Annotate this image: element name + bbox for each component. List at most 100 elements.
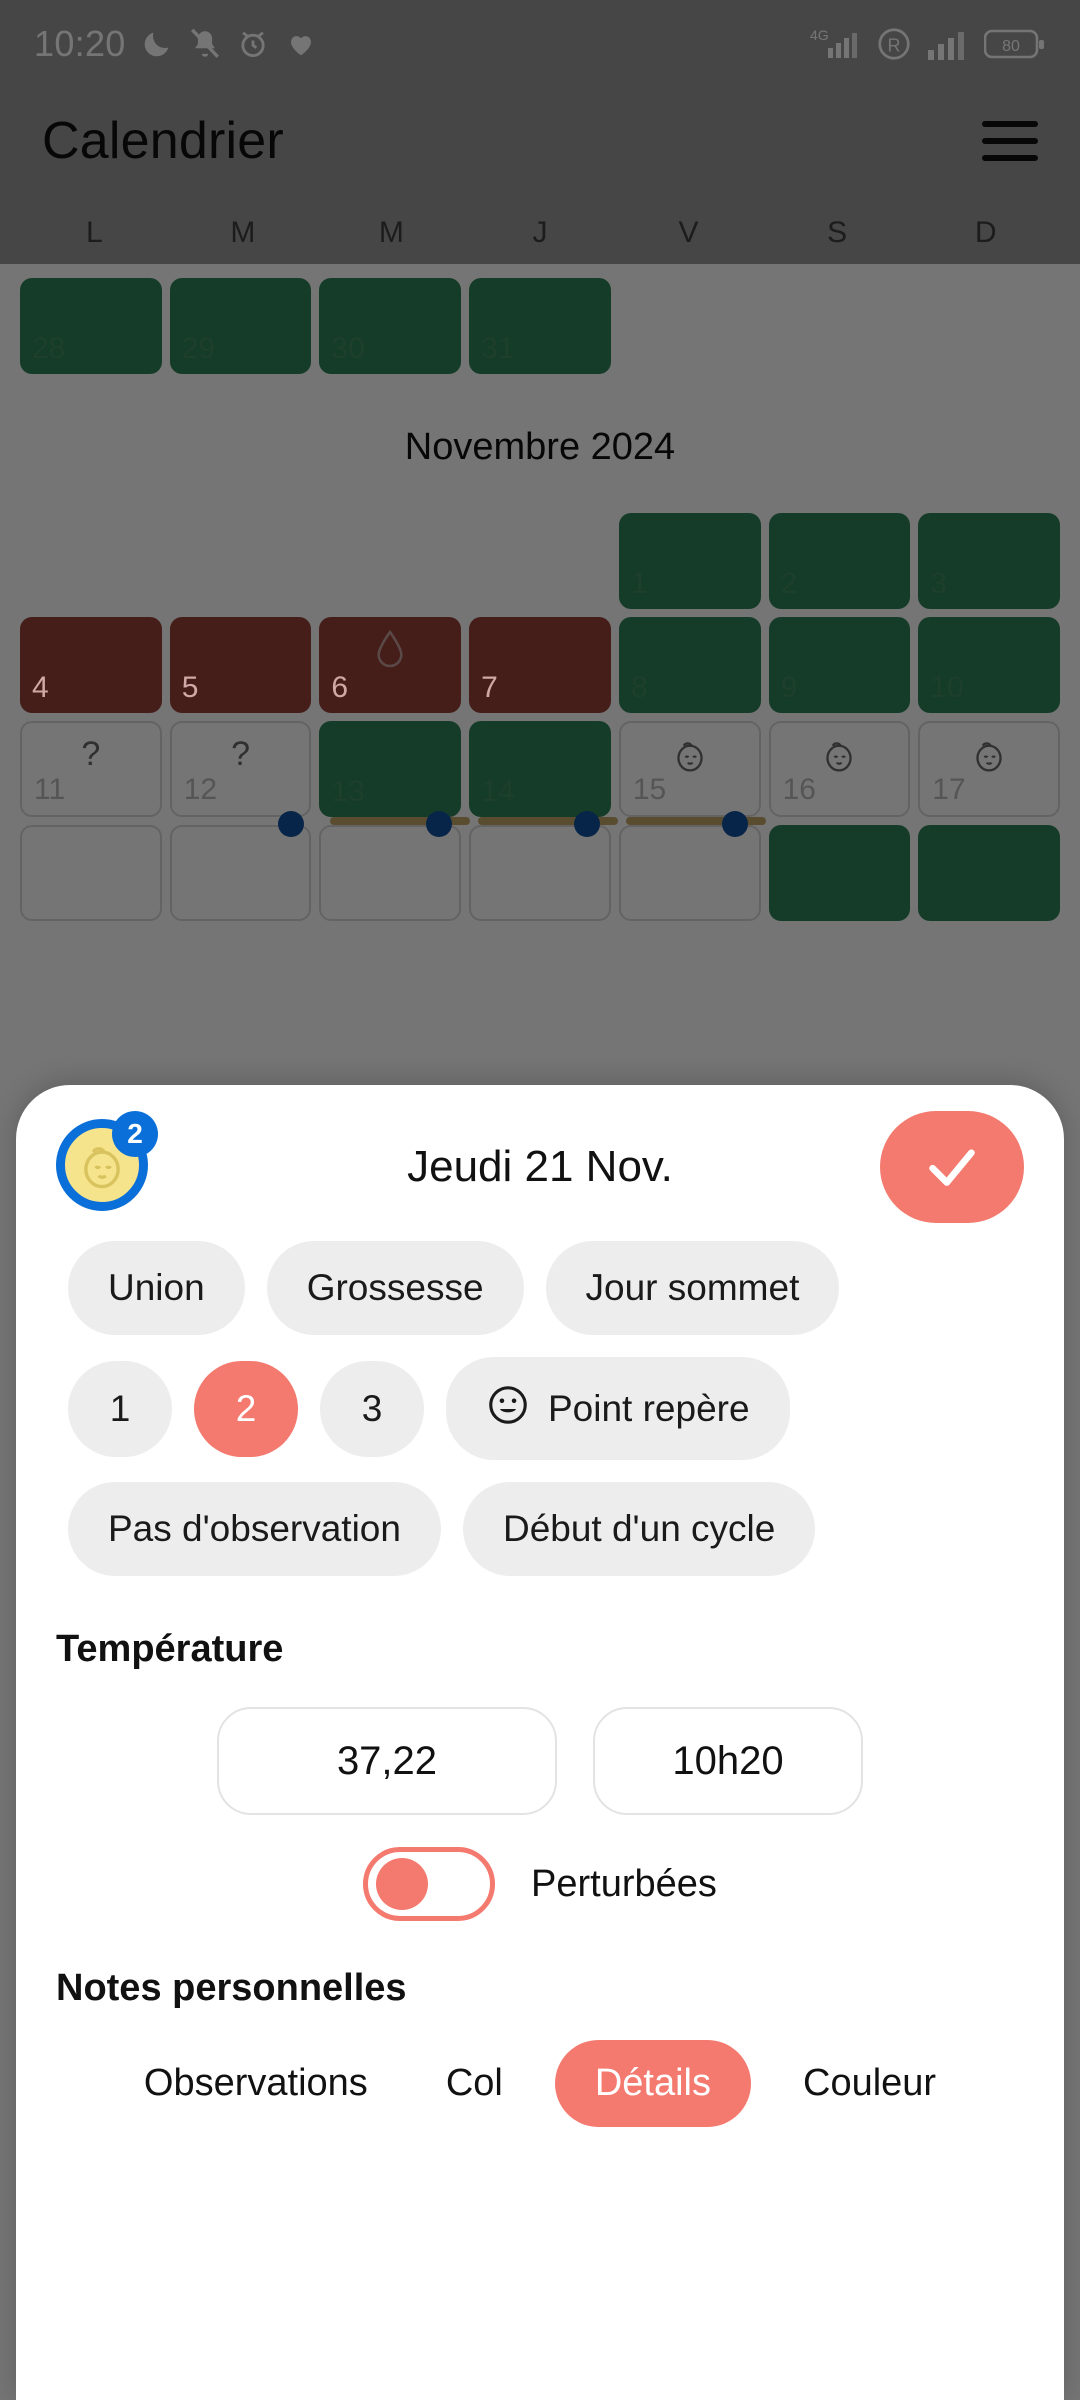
calendar-day-cell[interactable]: 17 [918, 721, 1060, 817]
calendar-week-row: 28 29 30 31 [0, 278, 1080, 374]
calendar-day-cell[interactable]: 6 [319, 617, 462, 713]
confirm-button[interactable] [880, 1111, 1024, 1223]
weekday-label: D [974, 216, 997, 249]
status-bar: 10:20 4G R 80 [0, 0, 1080, 88]
disturbed-toggle[interactable] [363, 1847, 496, 1921]
chip-debut-d-un-cycle[interactable]: Début d'un cycle [462, 1482, 816, 1576]
chip-point-repere-label: Point repère [548, 1387, 750, 1429]
weekday-label: V [678, 216, 699, 249]
day-number: 5 [181, 671, 199, 704]
calendar-day-cell[interactable] [169, 825, 312, 921]
day-number: 29 [181, 332, 216, 365]
calendar-day-cell[interactable]: ? 12 [169, 721, 312, 817]
calendar-day-cell[interactable] [20, 825, 162, 921]
calendar-day-cell[interactable]: 14 [469, 721, 611, 817]
calendar-day-empty [469, 513, 611, 609]
temperature-time-field[interactable]: 10h20 [593, 1707, 863, 1815]
calendar-day-empty [769, 278, 911, 374]
day-number: 8 [630, 671, 648, 704]
calendar-week-row: ? 11 ? 12 13 14 15 16 17 [0, 721, 1080, 817]
weekday-label: M [230, 216, 256, 249]
day-number: 3 [930, 567, 947, 600]
calendar-day-cell[interactable]: 15 [618, 721, 761, 817]
calendar-day-cell[interactable]: 8 [618, 617, 761, 713]
baby-badge[interactable]: 2 [56, 1111, 158, 1215]
bell-muted-icon [188, 27, 222, 61]
hamburger-icon[interactable] [982, 121, 1038, 161]
calendar-day-cell[interactable]: 31 [469, 278, 611, 374]
day-detail-sheet: 2 Jeudi 21 Nov. Union Grossesse Jour som… [16, 1085, 1064, 2400]
calendar-day-cell[interactable]: 9 [768, 617, 911, 713]
chip-union[interactable]: Union [68, 1241, 245, 1335]
disturbed-toggle-row: Perturbées [16, 1815, 1064, 1921]
droplet-icon [319, 629, 461, 669]
calendar-day-cell[interactable]: 28 [20, 278, 162, 374]
calendar-day-cell[interactable]: 7 [469, 617, 611, 713]
svg-text:R: R [888, 36, 901, 56]
union-dot [278, 811, 304, 837]
app-bar: Calendrier [0, 88, 1080, 194]
tag-chips: Union Grossesse Jour sommet 1 2 3 Point … [16, 1225, 1064, 1576]
tab-couleur[interactable]: Couleur [777, 2044, 962, 2123]
calendar-day-cell[interactable]: ? 11 [20, 721, 162, 817]
calendar-day-cell[interactable]: 10 [918, 617, 1060, 713]
baby-face-icon [621, 735, 759, 775]
chip-pas-d-observation[interactable]: Pas d'observation [68, 1482, 441, 1576]
chip-level-2[interactable]: 2 [194, 1360, 298, 1457]
svg-text:4G: 4G [810, 27, 829, 43]
calendar-day-empty [918, 278, 1060, 374]
calendar-day-cell[interactable] [319, 825, 462, 921]
calendar-day-cell[interactable]: 5 [169, 617, 312, 713]
calendar-day-cell[interactable]: 29 [169, 278, 312, 374]
tab-col[interactable]: Col [420, 2044, 529, 2123]
tab-observations[interactable]: Observations [118, 2044, 394, 2123]
calendar-day-cell[interactable]: 4 [20, 617, 162, 713]
signal-icon [926, 28, 970, 60]
month-label: Novembre 2024 [404, 426, 676, 468]
calendar-day-empty [319, 513, 461, 609]
day-number: 9 [780, 671, 798, 704]
calendar-week-row [0, 811, 1080, 921]
calendar-day-cell[interactable] [918, 825, 1060, 921]
badge-count: 2 [112, 1111, 158, 1157]
heart-icon [284, 27, 318, 61]
chip-point-repere[interactable]: Point repère [446, 1357, 790, 1460]
weekday-label: L [85, 216, 103, 249]
check-icon [929, 1149, 975, 1186]
toggle-knob [376, 1858, 429, 1910]
temperature-value-field[interactable]: 37,22 [217, 1707, 557, 1815]
calendar-day-cell[interactable]: 3 [918, 513, 1060, 609]
chip-grossesse[interactable]: Grossesse [266, 1241, 524, 1335]
union-dot [426, 811, 452, 837]
moon-icon [140, 27, 174, 61]
day-number: 15 [632, 773, 667, 806]
chip-row-2: 1 2 3 Point repère [68, 1357, 1012, 1460]
smiley-icon [486, 1383, 530, 1434]
day-number: 1 [630, 567, 648, 600]
day-number: 28 [32, 332, 66, 365]
day-number: 7 [481, 671, 498, 704]
calendar-day-cell[interactable]: 1 [618, 513, 761, 609]
question-mark-icon: ? [81, 735, 101, 773]
chip-jour-sommet[interactable]: Jour sommet [545, 1241, 840, 1335]
day-number: 2 [780, 567, 798, 600]
calendar-day-empty [20, 513, 162, 609]
day-number: 16 [782, 773, 816, 806]
day-number: 10 [930, 671, 964, 704]
chip-level-3[interactable]: 3 [320, 1360, 424, 1457]
calendar-day-cell[interactable] [469, 825, 611, 921]
calendar-day-cell[interactable] [768, 825, 911, 921]
calendar-day-cell[interactable]: 13 [319, 721, 462, 817]
calendar-day-cell[interactable] [618, 825, 761, 921]
calendar-day-cell[interactable]: 2 [768, 513, 911, 609]
union-dot [722, 811, 748, 837]
app-screen: 10:20 4G R 80 Calendrier L M M J V S D 2… [0, 0, 1080, 2400]
calendar-day-cell[interactable]: 30 [319, 278, 462, 374]
calendar-day-cell[interactable]: 16 [768, 721, 911, 817]
chip-level-1[interactable]: 1 [68, 1360, 172, 1457]
tab-details[interactable]: Détails [554, 2040, 751, 2127]
calendar-week-row: 1 2 3 [0, 513, 1080, 609]
day-number: 11 [34, 773, 66, 806]
calendar-week-row: 4 5 6 7 8 9 10 [0, 617, 1080, 713]
status-time: 10:20 [34, 23, 126, 64]
